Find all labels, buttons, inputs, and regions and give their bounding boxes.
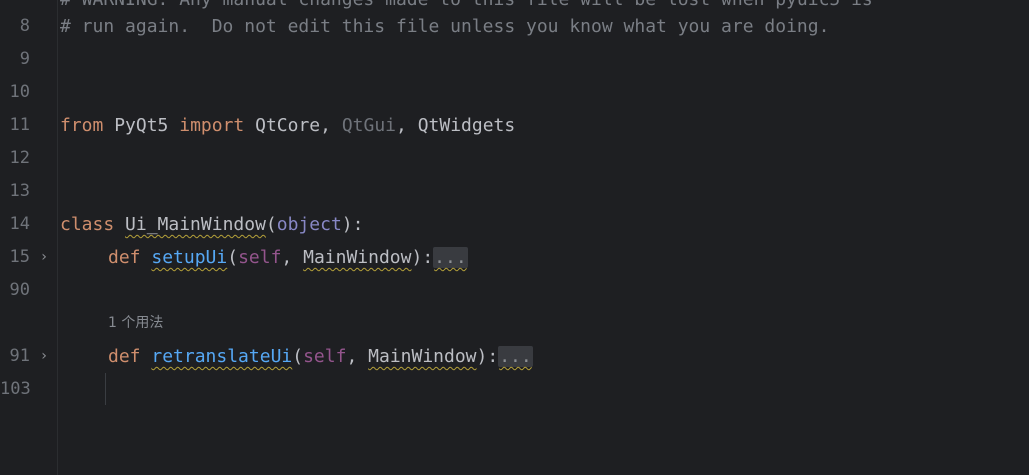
param-name: MainWindow	[303, 247, 412, 268]
line-number: 90	[9, 280, 30, 300]
module-name: PyQt5	[114, 115, 169, 136]
self-param: self	[238, 247, 282, 268]
param-name: MainWindow	[368, 346, 477, 367]
separator: ,	[396, 115, 418, 136]
usages-hint[interactable]: 1 个用法	[108, 307, 163, 340]
line-number: 91	[9, 346, 30, 366]
imported-name-qtgui-unused: QtGui	[341, 115, 397, 136]
code-line[interactable]: 9	[0, 43, 1029, 76]
line-number: 12	[9, 148, 30, 168]
code-line[interactable]: 14 class Ui_MainWindow(object):	[0, 208, 1029, 241]
code-line[interactable]: 8 # run again. Do not edit this file unl…	[0, 10, 1029, 43]
chevron-right-icon[interactable]: ›	[38, 241, 50, 274]
line-number: 8	[19, 16, 30, 36]
chevron-right-icon[interactable]: ›	[38, 340, 50, 373]
separator: ,	[346, 346, 369, 367]
from-keyword: from	[60, 115, 104, 136]
paren-colon: ):	[476, 346, 499, 367]
folded-region[interactable]: ...	[433, 247, 468, 268]
separator: ,	[281, 247, 304, 268]
paren: (	[292, 346, 304, 367]
usage-hint-line[interactable]: 1 个用法	[0, 307, 1029, 340]
paren-colon: ):	[341, 214, 364, 235]
line-number: 11	[9, 115, 30, 135]
indent-guide	[105, 373, 106, 405]
def-keyword: def	[108, 247, 141, 268]
paren-colon: ):	[411, 247, 434, 268]
line-number: 13	[9, 181, 30, 201]
method-declaration: def retranslateUi(self, MainWindow):...	[60, 340, 533, 373]
separator: ,	[320, 115, 342, 136]
code-editor[interactable]: # WARNING: Any manual changes made to th…	[0, 0, 1029, 475]
imported-name-qtcore: QtCore	[255, 115, 321, 136]
code-line[interactable]: 13	[0, 175, 1029, 208]
class-name: Ui_MainWindow	[125, 214, 266, 235]
code-line[interactable]: 15 › def setupUi(self, MainWindow):...	[0, 241, 1029, 274]
imported-name-qtwidgets: QtWidgets	[417, 115, 516, 136]
paren: (	[265, 214, 277, 235]
self-param: self	[303, 346, 347, 367]
code-line[interactable]: 90	[0, 274, 1029, 307]
line-number: 14	[9, 214, 30, 234]
class-declaration: class Ui_MainWindow(object):	[60, 208, 363, 241]
code-line[interactable]: 91 › def retranslateUi(self, MainWindow)…	[0, 340, 1029, 373]
import-keyword: import	[179, 115, 245, 136]
folded-region[interactable]: ...	[498, 346, 533, 367]
code-line[interactable]: 10	[0, 76, 1029, 109]
method-name: retranslateUi	[151, 346, 293, 367]
line-number: 15	[9, 247, 30, 267]
base-class: object	[276, 214, 342, 235]
line-number: 10	[9, 82, 30, 102]
comment-text: # run again. Do not edit this file unles…	[60, 16, 830, 37]
paren: (	[227, 247, 239, 268]
method-declaration: def setupUi(self, MainWindow):...	[60, 241, 468, 274]
code-line[interactable]: 11 from PyQt5 import QtCore, QtGui, QtWi…	[0, 109, 1029, 142]
code-line[interactable]: 12	[0, 142, 1029, 175]
def-keyword: def	[108, 346, 141, 367]
import-statement: from PyQt5 import QtCore, QtGui, QtWidge…	[60, 109, 515, 142]
method-name: setupUi	[151, 247, 228, 268]
line-number: 103	[0, 379, 31, 399]
line-number: 9	[19, 49, 30, 69]
class-keyword: class	[60, 214, 115, 235]
code-line[interactable]: 103	[0, 373, 1029, 406]
